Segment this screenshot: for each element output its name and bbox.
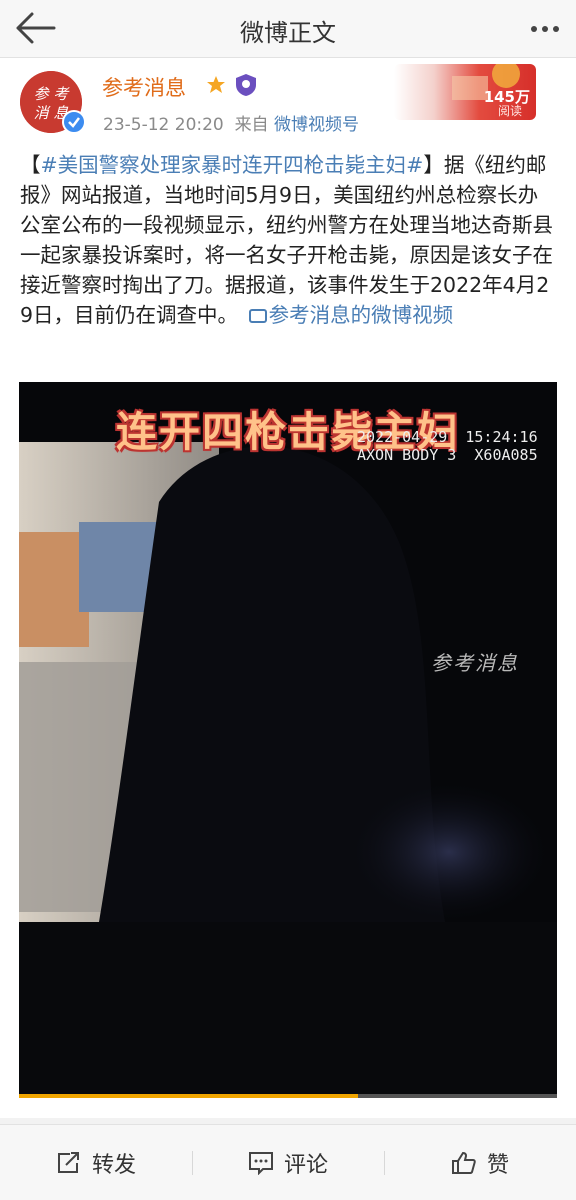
bracket-close: 】 — [423, 153, 444, 177]
post-body-text: 据《纽约邮报》网站报道，当地时间5月9日，美国纽约州总检察长办公室公布的一段视频… — [20, 153, 553, 327]
bottom-action-bar: 转发 评论 赞 — [0, 1124, 576, 1200]
verified-icon — [62, 110, 86, 134]
hashtag-link[interactable]: #美国警察处理家暴时连开四枪击毙主妇# — [41, 153, 424, 177]
from-label: 来自 — [234, 115, 269, 135]
more-options-button[interactable] — [530, 16, 560, 42]
video-progress-fill — [19, 1094, 358, 1098]
video-link-label: 参考消息的微博视频 — [268, 303, 454, 327]
views-banner: 145万 阅读 — [394, 64, 536, 120]
more-icon — [531, 26, 559, 32]
page-title: 微博正文 — [240, 19, 336, 47]
video-link[interactable]: 参考消息的微博视频 — [245, 303, 454, 327]
views-label: 阅读 — [497, 104, 522, 118]
post-source-link[interactable]: 微博视频号 — [274, 115, 359, 135]
post-meta: 23-5-12 20:20 来自 微博视频号 — [103, 110, 359, 135]
video-player[interactable]: 连开四枪击毙主妇 2022-04-29 15:24:16 AXON BODY 3… — [19, 382, 557, 1096]
thumbs-up-icon — [451, 1151, 476, 1174]
author-name[interactable]: 参考消息 — [102, 72, 186, 102]
like-label: 赞 — [486, 1153, 509, 1178]
shield-badge-icon[interactable] — [234, 73, 258, 97]
video-watermark: 参考消息 — [431, 651, 519, 675]
repost-button[interactable]: 转发 — [0, 1125, 192, 1200]
post-body: 【#美国警察处理家暴时连开四枪击毙主妇#】据《纽约邮报》网站报道，当地时间5月9… — [20, 150, 558, 330]
top-navigation-bar: 微博正文 — [0, 0, 576, 58]
post-card: 参 考 消 息 参考消息 23-5-12 20:20 来自 微博视频号 145万… — [0, 58, 576, 1118]
video-link-icon — [248, 309, 267, 323]
svg-text:参 考: 参 考 — [34, 85, 71, 103]
vip-badge-icon[interactable] — [205, 74, 227, 96]
comment-button[interactable]: 评论 — [192, 1125, 384, 1200]
bracket-open: 【 — [20, 153, 41, 177]
like-button[interactable]: 赞 — [384, 1125, 576, 1200]
video-timestamp: 2022-04-29 15:24:16 — [357, 428, 538, 446]
repost-icon — [57, 1152, 79, 1173]
repost-label: 转发 — [91, 1153, 136, 1178]
comment-label: 评论 — [283, 1153, 328, 1178]
video-camera-id: AXON BODY 3 X60A085 — [357, 446, 538, 464]
video-frame — [19, 382, 557, 1096]
post-time: 23-5-12 20:20 — [103, 115, 224, 135]
comment-icon — [248, 1152, 273, 1175]
video-progress-bar[interactable] — [19, 1094, 557, 1098]
